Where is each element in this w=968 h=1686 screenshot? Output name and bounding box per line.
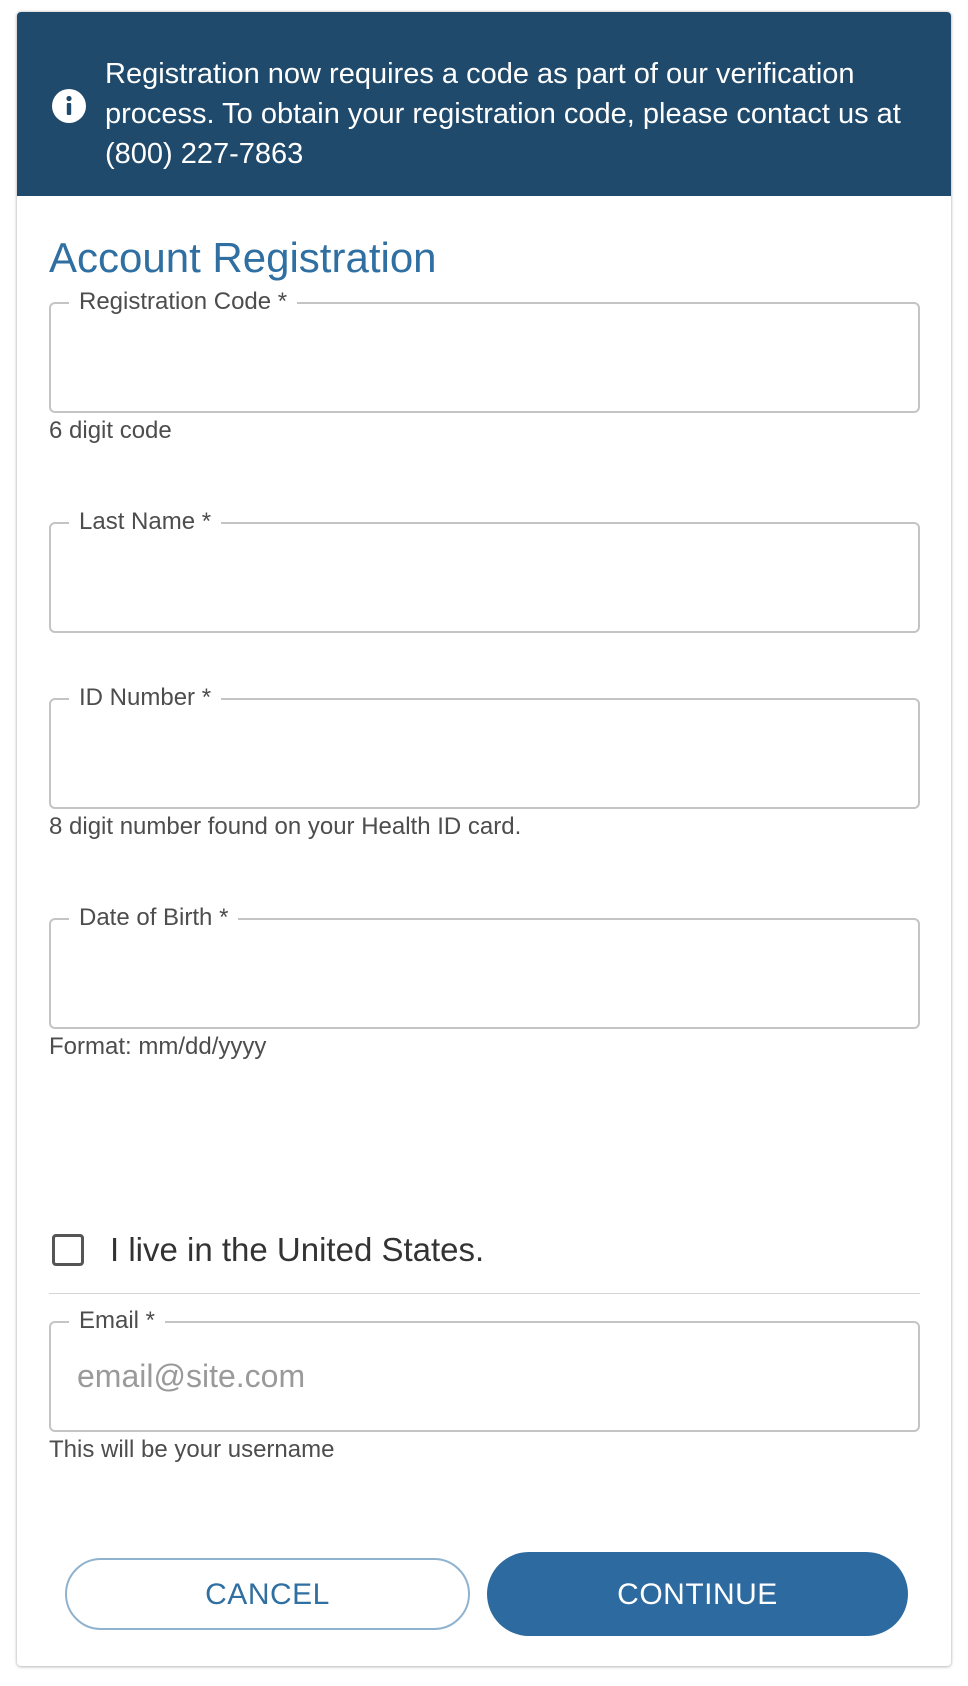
cancel-button[interactable]: CANCEL	[65, 1558, 470, 1630]
registration-code-input[interactable]	[51, 304, 918, 411]
dob-input[interactable]	[51, 920, 918, 1027]
id-number-field[interactable]: ID Number *	[49, 683, 920, 809]
id-number-input[interactable]	[51, 700, 918, 807]
dob-field[interactable]: Date of Birth *	[49, 903, 920, 1029]
last-name-field[interactable]: Last Name *	[49, 507, 920, 633]
divider	[49, 1293, 920, 1294]
registration-card: Registration now requires a code as part…	[17, 12, 951, 1666]
info-banner: Registration now requires a code as part…	[17, 12, 951, 196]
us-resident-label[interactable]: I live in the United States.	[110, 1230, 484, 1270]
last-name-input[interactable]	[51, 524, 918, 631]
dob-hint: Format: mm/dd/yyyy	[49, 1033, 267, 1060]
registration-code-field[interactable]: Registration Code *	[49, 287, 920, 413]
email-hint: This will be your username	[49, 1436, 335, 1463]
us-resident-checkbox[interactable]	[52, 1234, 84, 1266]
banner-message: Registration now requires a code as part…	[105, 58, 901, 170]
email-field[interactable]: Email *	[49, 1306, 920, 1432]
info-icon	[52, 89, 86, 123]
email-input[interactable]	[51, 1323, 918, 1430]
registration-code-hint: 6 digit code	[49, 417, 172, 444]
page-title: Account Registration	[49, 234, 437, 281]
continue-button[interactable]: CONTINUE	[487, 1552, 908, 1636]
id-number-hint: 8 digit number found on your Health ID c…	[49, 813, 522, 840]
